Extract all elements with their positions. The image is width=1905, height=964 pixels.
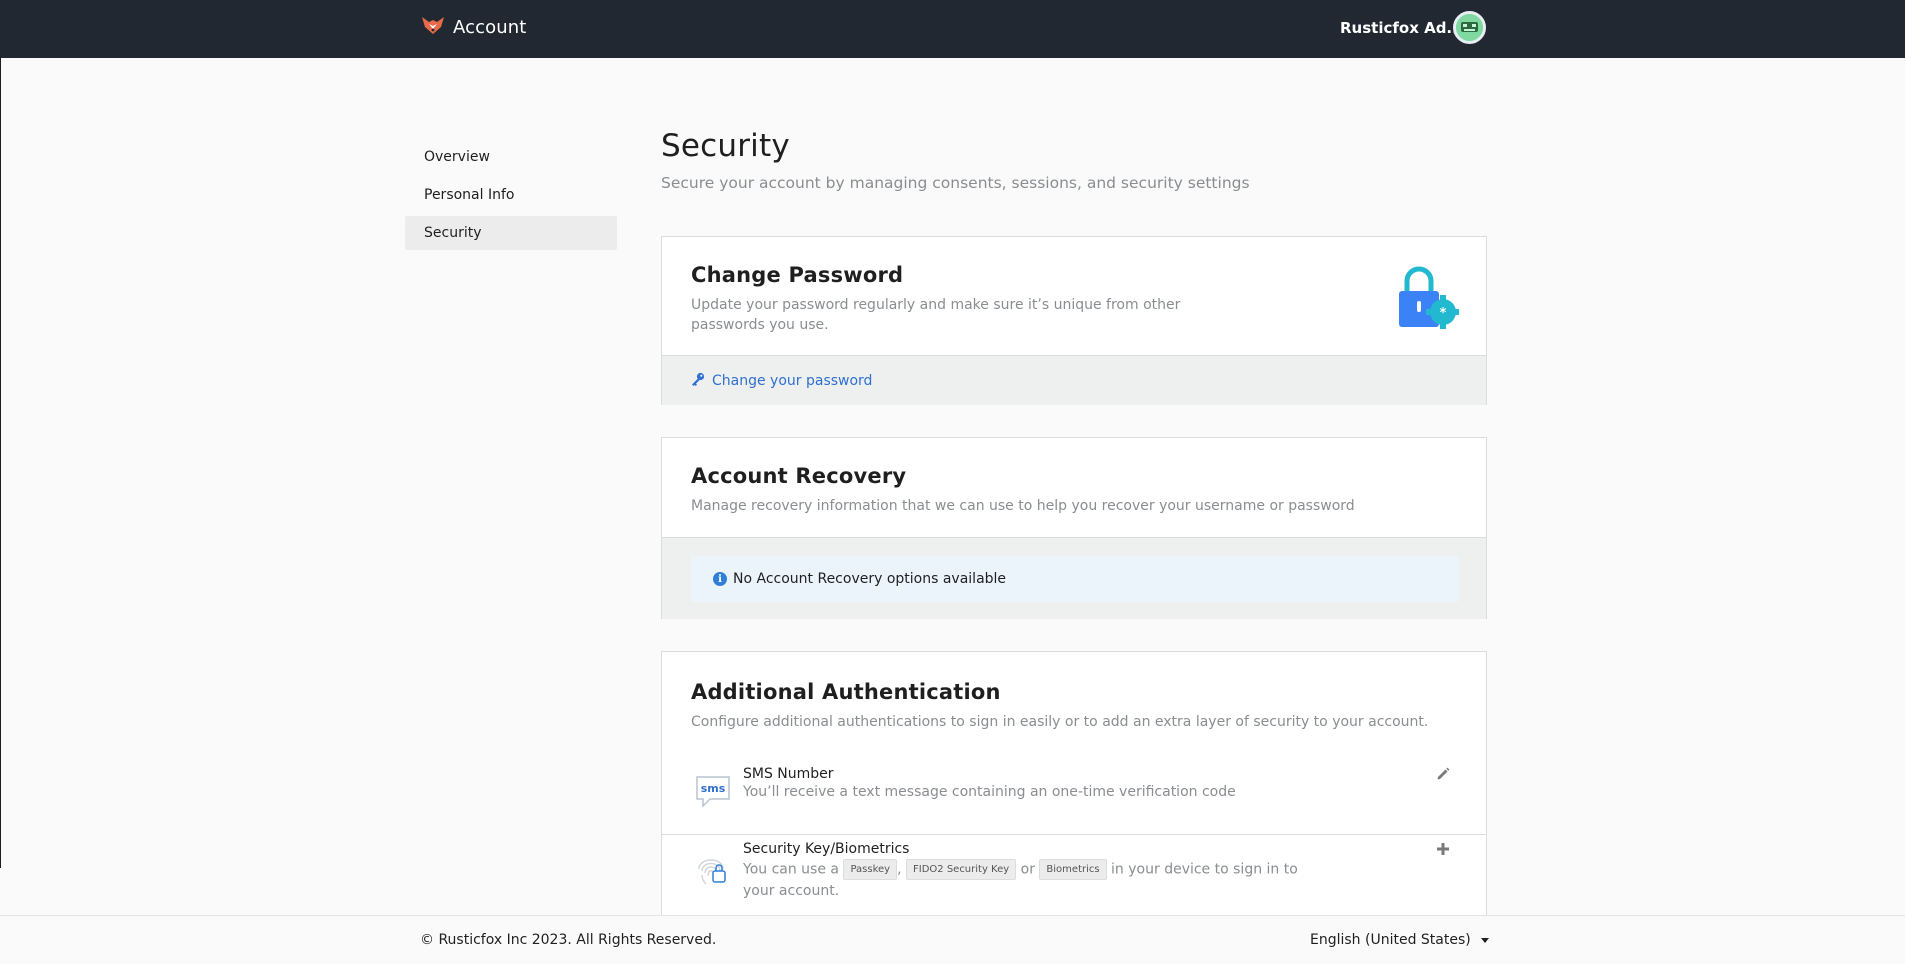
change-password-footer: Change your password	[662, 355, 1486, 405]
svg-text:sms: sms	[701, 782, 726, 795]
left-edge-line	[0, 58, 1, 868]
sms-number-row: sms SMS Number You’ll receive a text mes…	[662, 760, 1486, 835]
account-recovery-card: Account Recovery Manage recovery informa…	[661, 437, 1487, 619]
sidebar-item-personal-info[interactable]: Personal Info	[405, 178, 617, 212]
robot-avatar-icon[interactable]	[1453, 11, 1486, 44]
sms-title: SMS Number	[743, 766, 834, 782]
sidebar: Overview Personal Info Security	[405, 140, 617, 254]
brand[interactable]: Account	[420, 14, 526, 40]
description-text: ,	[897, 861, 902, 878]
security-key-title: Security Key/Biometrics	[743, 841, 910, 857]
card-title: Additional Authentication	[691, 680, 1001, 704]
fox-logo-icon	[420, 14, 446, 40]
app-title: Account	[453, 16, 527, 38]
fido2-chip: FIDO2 Security Key	[906, 859, 1017, 880]
lock-gear-illustration: *	[1395, 263, 1460, 333]
user-name[interactable]: Rusticfox Ad...	[1340, 19, 1464, 37]
change-password-card: Change Password Update your password reg…	[661, 236, 1487, 405]
security-key-row: Security Key/Biometrics You can use a Pa…	[662, 835, 1486, 921]
key-icon	[691, 371, 705, 390]
top-bar: Account Rusticfox Ad...	[0, 0, 1905, 58]
passkey-chip: Passkey	[843, 859, 898, 880]
pencil-icon[interactable]	[1436, 766, 1450, 785]
change-password-link[interactable]: Change your password	[712, 373, 872, 389]
account-recovery-footer: i No Account Recovery options available	[662, 537, 1486, 619]
sidebar-item-security[interactable]: Security	[405, 216, 617, 250]
copyright-text: © Rusticfox Inc 2023. All Rights Reserve…	[420, 932, 717, 948]
fingerprint-key-icon	[694, 849, 732, 891]
card-description: Configure additional authentications to …	[691, 714, 1429, 730]
sms-icon: sms	[694, 774, 732, 814]
card-title: Change Password	[691, 263, 904, 287]
card-description: Manage recovery information that we can …	[691, 498, 1355, 514]
info-alert: i No Account Recovery options available	[691, 556, 1458, 602]
sidebar-item-label: Security	[424, 225, 482, 241]
language-label: English (United States)	[1310, 932, 1471, 948]
sidebar-item-label: Personal Info	[424, 187, 515, 203]
language-selector[interactable]: English (United States)	[1310, 932, 1489, 948]
footer: © Rusticfox Inc 2023. All Rights Reserve…	[0, 915, 1905, 964]
page-title: Security	[661, 128, 790, 164]
sidebar-item-overview[interactable]: Overview	[405, 140, 617, 174]
info-icon: i	[713, 572, 727, 586]
card-title: Account Recovery	[691, 464, 907, 488]
card-description: Update your password regularly and make …	[691, 297, 1181, 333]
alert-text: No Account Recovery options available	[733, 571, 1007, 587]
description-text: or	[1020, 861, 1035, 878]
biometrics-chip: Biometrics	[1039, 859, 1107, 880]
page-subtitle: Secure your account by managing consents…	[661, 174, 1250, 192]
chevron-down-icon	[1480, 937, 1489, 943]
svg-text:*: *	[1440, 306, 1447, 321]
page-header: Security Secure your account by managing…	[661, 128, 1487, 192]
security-key-description: You can use a Passkey, FIDO2 Security Ke…	[743, 859, 1303, 902]
sidebar-item-label: Overview	[424, 149, 490, 165]
description-text: You can use a	[743, 861, 839, 878]
sms-description: You’ll receive a text message containing…	[743, 784, 1236, 800]
additional-auth-card: Additional Authentication Configure addi…	[661, 651, 1487, 921]
plus-icon[interactable]	[1436, 841, 1450, 860]
